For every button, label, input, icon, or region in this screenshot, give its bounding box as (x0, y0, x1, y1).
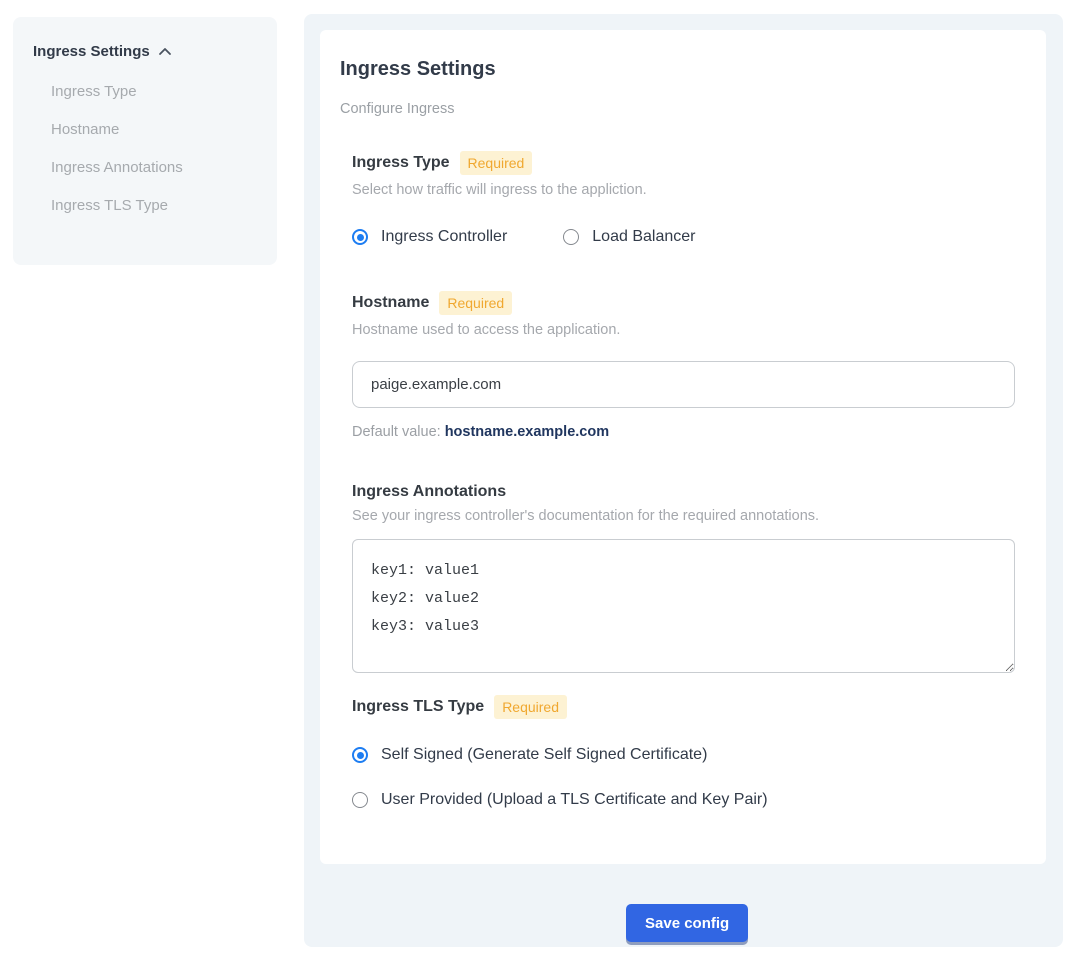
page-title: Ingress Settings (340, 58, 1026, 81)
hostname-help: Hostname used to access the application. (352, 322, 1026, 338)
default-value-label: Default value: (352, 424, 445, 440)
field-group-hostname: Hostname Required Hostname used to acces… (352, 291, 1026, 440)
radio-label: Ingress Controller (381, 228, 507, 246)
radio-unselected-icon[interactable] (352, 792, 368, 808)
radio-user-provided[interactable]: User Provided (Upload a TLS Certificate … (352, 791, 1026, 809)
hostname-input[interactable] (352, 361, 1015, 408)
radio-unselected-icon[interactable] (563, 229, 579, 245)
save-config-button[interactable]: Save config (626, 904, 748, 942)
radio-label: Load Balancer (592, 228, 695, 246)
field-group-ingress-type: Ingress Type Required Select how traffic… (352, 151, 1026, 246)
required-badge: Required (460, 151, 533, 175)
config-nav-sidebar: Ingress Settings Ingress Type Hostname I… (13, 17, 277, 265)
page-subtitle: Configure Ingress (340, 101, 1026, 117)
ingress-type-help: Select how traffic will ingress to the a… (352, 182, 1026, 198)
field-group-ingress-tls-type: Ingress TLS Type Required Self Signed (G… (352, 695, 1026, 809)
required-badge: Required (494, 695, 567, 719)
required-badge: Required (439, 291, 512, 315)
sidebar-item-ingress-tls-type[interactable]: Ingress TLS Type (33, 186, 257, 224)
sidebar-group-ingress-settings[interactable]: Ingress Settings (33, 43, 257, 60)
config-panel: Ingress Settings Configure Ingress Ingre… (304, 14, 1063, 947)
sidebar-item-ingress-annotations[interactable]: Ingress Annotations (33, 148, 257, 186)
radio-selected-icon[interactable] (352, 747, 368, 763)
config-card: Ingress Settings Configure Ingress Ingre… (320, 30, 1046, 864)
radio-selected-icon[interactable] (352, 229, 368, 245)
ingress-tls-type-label: Ingress TLS Type (352, 698, 484, 716)
ingress-type-radio-group: Ingress Controller Load Balancer (352, 228, 1026, 246)
ingress-annotations-textarea[interactable]: key1: value1 key2: value2 key3: value3 (352, 539, 1015, 673)
sidebar-group-label: Ingress Settings (33, 43, 150, 60)
ingress-annotations-label: Ingress Annotations (352, 483, 506, 501)
sidebar-item-hostname[interactable]: Hostname (33, 110, 257, 148)
radio-label: Self Signed (Generate Self Signed Certif… (381, 746, 707, 764)
hostname-default-line: Default value: hostname.example.com (352, 424, 1026, 440)
field-group-ingress-annotations: Ingress Annotations See your ingress con… (352, 483, 1026, 673)
default-value-text: hostname.example.com (445, 424, 609, 440)
sidebar-item-list: Ingress Type Hostname Ingress Annotation… (33, 72, 257, 224)
sidebar-item-ingress-type[interactable]: Ingress Type (33, 72, 257, 110)
radio-label: User Provided (Upload a TLS Certificate … (381, 791, 768, 809)
radio-ingress-controller[interactable]: Ingress Controller (352, 228, 507, 246)
ingress-annotations-help: See your ingress controller's documentat… (352, 508, 1026, 524)
hostname-label: Hostname (352, 294, 429, 312)
chevron-up-icon (158, 45, 172, 59)
radio-self-signed[interactable]: Self Signed (Generate Self Signed Certif… (352, 746, 1026, 764)
radio-load-balancer[interactable]: Load Balancer (563, 228, 695, 246)
ingress-type-label: Ingress Type (352, 154, 450, 172)
